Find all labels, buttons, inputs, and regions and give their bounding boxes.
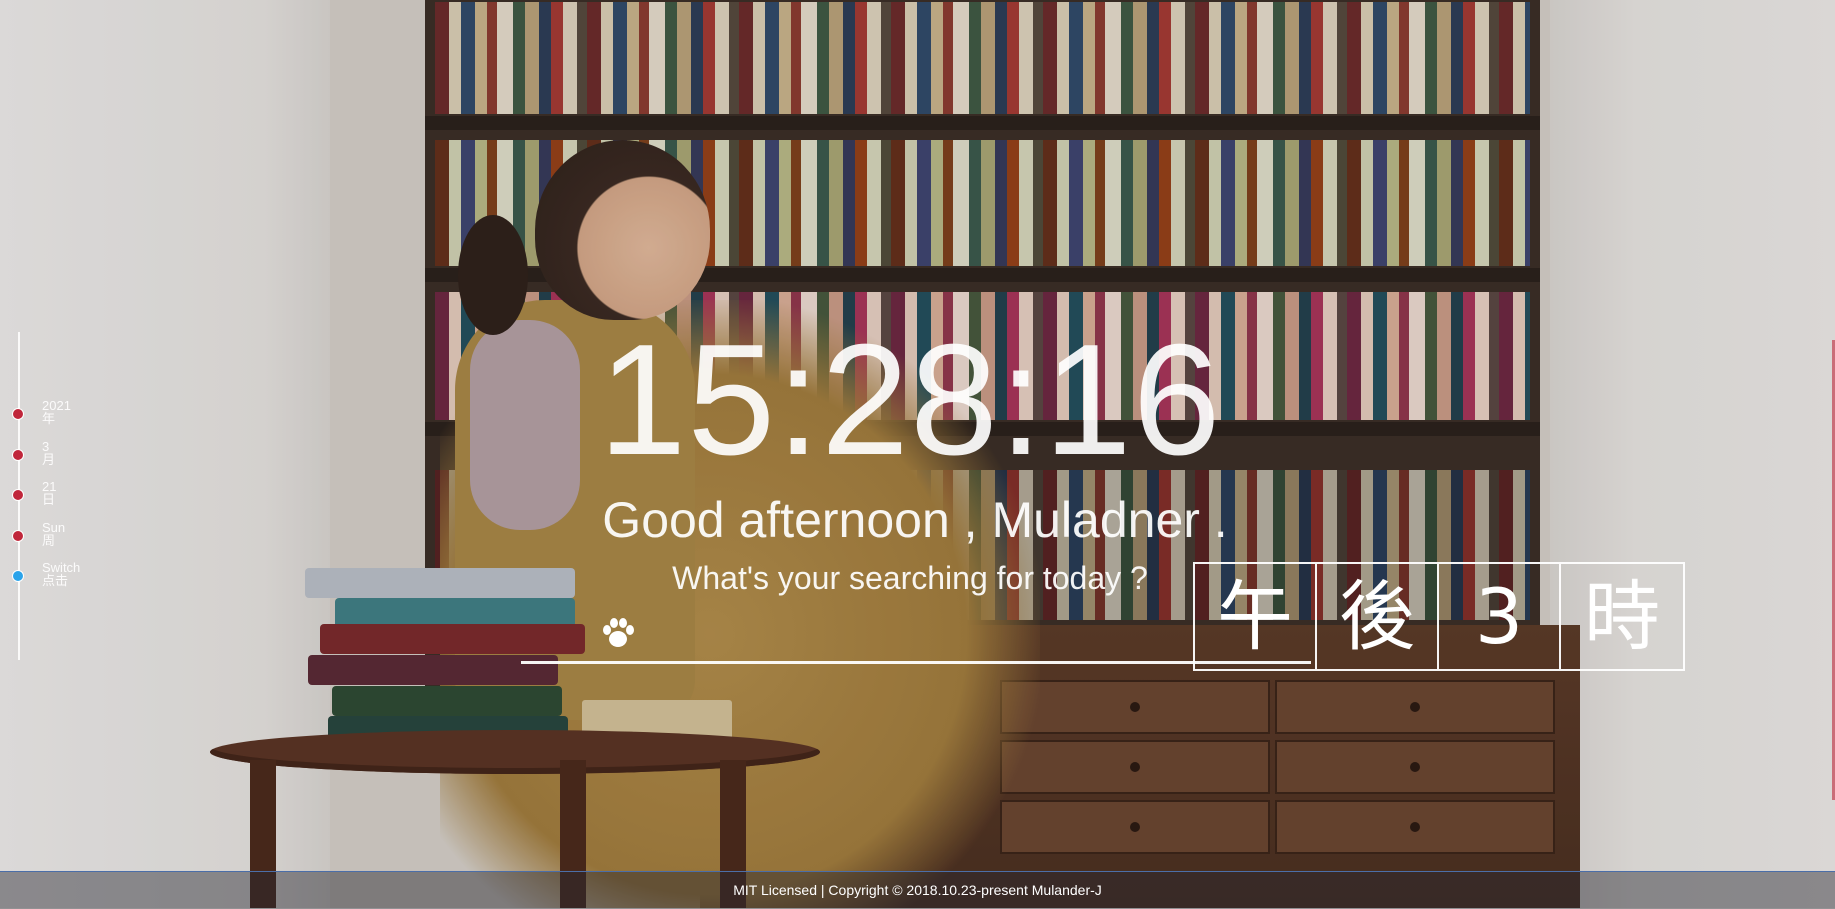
paw-icon[interactable] xyxy=(598,612,638,652)
timeline-dot xyxy=(12,530,24,542)
japanese-hour-char: 3 xyxy=(1439,564,1561,669)
greeting-text: Good afternoon , Muladner . xyxy=(602,492,1228,548)
timeline-unit: 点击 xyxy=(42,573,69,588)
timeline-dot xyxy=(12,570,24,582)
timeline-item-month[interactable]: 3 月 xyxy=(12,440,132,472)
timeline-unit: 日 xyxy=(42,492,56,507)
timeline-dot xyxy=(12,489,24,501)
clock-time: 15:28:16 xyxy=(598,312,1222,488)
timeline-item-day[interactable]: 21 日 xyxy=(12,480,132,512)
search-prompt: What's your searching for today ? xyxy=(672,560,1148,596)
timeline-unit: 周 xyxy=(42,533,56,548)
footer-copyright: MIT Licensed | Copyright © 2018.10.23-pr… xyxy=(733,882,1102,898)
timeline-unit: 月 xyxy=(42,452,56,467)
footer: MIT Licensed | Copyright © 2018.10.23-pr… xyxy=(0,871,1835,909)
japanese-hour-char: 時 xyxy=(1584,572,1660,661)
timeline-item-weekday[interactable]: Sun 周 xyxy=(12,521,132,553)
japanese-hour-char: 午 xyxy=(1195,564,1317,669)
timeline-dot xyxy=(12,408,24,420)
japanese-hour-char: 後 xyxy=(1317,564,1439,669)
timeline-item-switch[interactable]: Switch 点击 xyxy=(12,561,132,593)
timeline-unit: 年 xyxy=(42,411,56,426)
japanese-hour-display: 午 後 3 時 xyxy=(1193,562,1685,671)
timeline-item-year[interactable]: 2021 年 xyxy=(12,399,132,431)
timeline-dot xyxy=(12,449,24,461)
